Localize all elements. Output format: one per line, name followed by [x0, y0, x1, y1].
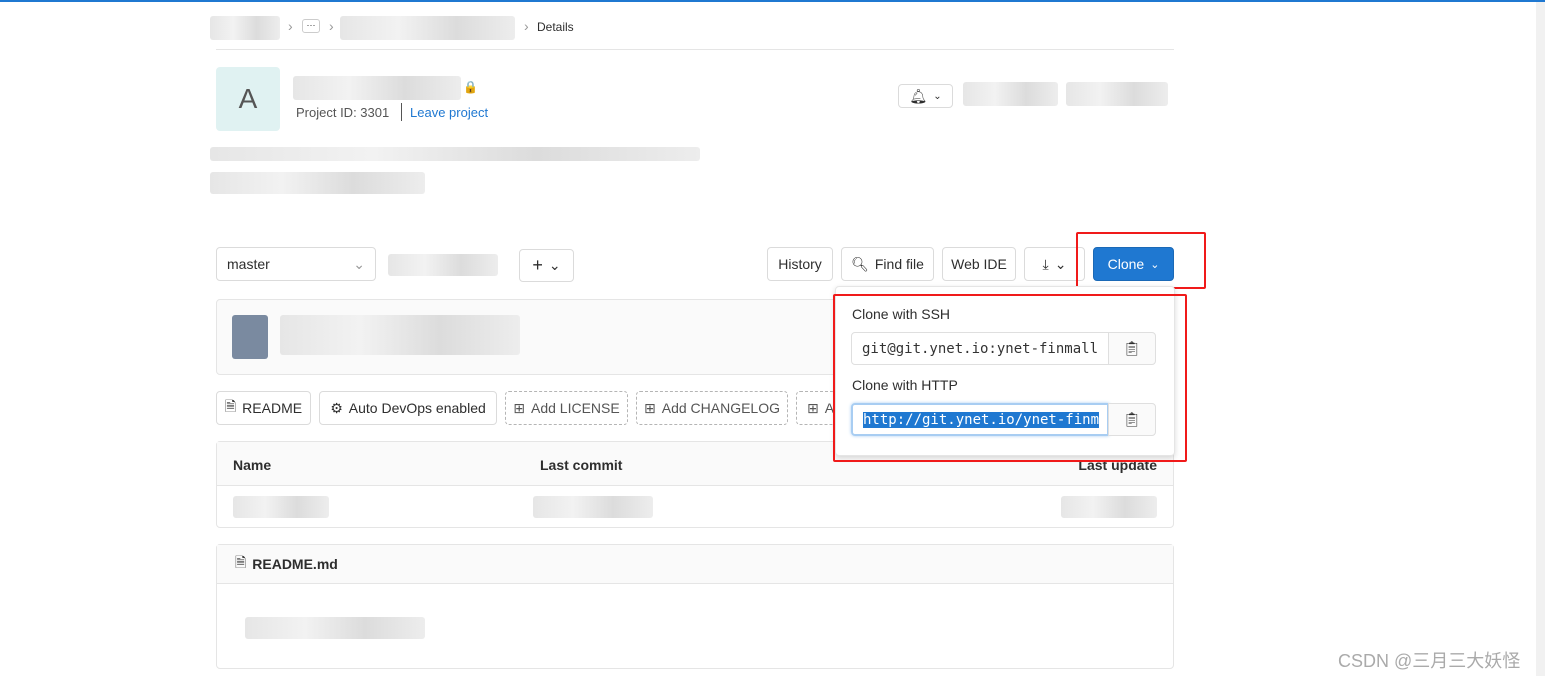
label: Add CHANGELOG [661, 400, 780, 416]
breadcrumb-current: Details [537, 20, 574, 34]
chevron-right-icon: › [288, 18, 293, 34]
chevron-right-icon: › [329, 18, 334, 34]
scrollbar[interactable] [1536, 2, 1545, 676]
label: Find file [874, 256, 924, 272]
header-name: Name [233, 457, 272, 473]
notification-button[interactable]: 🔔︎ ⌄ [898, 84, 953, 108]
bell-icon: 🔔︎ [909, 87, 928, 104]
label: History [778, 256, 822, 272]
auto-devops-button[interactable]: ⚙ Auto DevOps enabled [319, 391, 497, 425]
chevron-down-icon: ⌄ [933, 90, 942, 102]
plus-square-icon: ⊞ [807, 399, 819, 416]
chevron-down-icon: ⌄ [548, 257, 561, 273]
add-button[interactable]: + ⌄ [519, 249, 574, 282]
add-license-button[interactable]: ⊞ Add LICENSE [505, 391, 628, 425]
breadcrumb-more-button[interactable]: ··· [302, 19, 320, 33]
divider [216, 49, 1174, 50]
label: Auto DevOps enabled [348, 400, 486, 416]
table-row[interactable] [233, 496, 329, 518]
leave-project-link[interactable]: Leave project [410, 105, 488, 120]
lock-icon: 🔒 [463, 80, 478, 94]
watermark: CSDN @三月三大妖怪 [1338, 651, 1521, 671]
project-avatar: A [216, 67, 280, 131]
download-icon: ⤓ [1042, 255, 1049, 272]
plus-square-icon: ⊞ [513, 399, 525, 416]
readme-panel: 🗎 README.md [216, 544, 1174, 669]
label: Web IDE [951, 256, 1007, 272]
web-ide-button[interactable]: Web IDE [942, 247, 1016, 281]
plus-square-icon: ⊞ [644, 399, 656, 416]
gear-icon: ⚙ [330, 399, 343, 416]
readme-title: README.md [252, 556, 338, 572]
search-icon: 🔍︎ [851, 255, 869, 272]
header-last-commit: Last commit [540, 457, 623, 473]
branch-select[interactable]: master ⌄ [216, 247, 376, 281]
project-id: Project ID: 3301 [296, 105, 390, 120]
add-changelog-button[interactable]: ⊞ Add CHANGELOG [636, 391, 788, 425]
history-button[interactable]: History [767, 247, 833, 281]
file-icon: 🗎 [235, 554, 247, 570]
chevron-down-icon: ⌄ [1054, 255, 1067, 272]
chevron-down-icon: ⌄ [353, 255, 365, 272]
find-file-button[interactable]: 🔍︎ Find file [841, 247, 934, 281]
annotation-box [1076, 232, 1206, 289]
label: Add LICENSE [531, 400, 620, 416]
add-more-button[interactable]: ⊞ A [796, 391, 836, 425]
annotation-box [833, 294, 1187, 462]
chevron-right-icon: › [524, 18, 529, 34]
branch-name: master [227, 256, 270, 272]
label: README [242, 400, 303, 416]
file-icon: 🗎 [224, 398, 237, 414]
plus-icon: + [532, 255, 543, 275]
readme-button[interactable]: 🗎 README [216, 391, 311, 425]
